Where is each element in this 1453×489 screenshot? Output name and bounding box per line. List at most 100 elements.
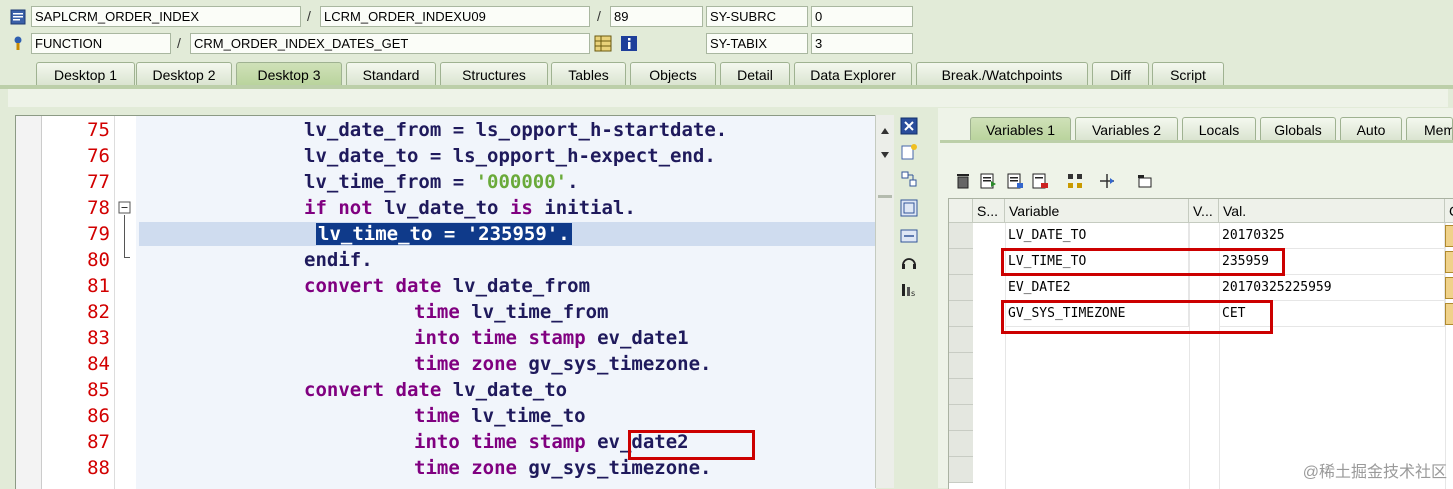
line-number: 78 (87, 197, 110, 219)
settings-icon[interactable]: s (900, 281, 918, 299)
tab-content-bar (8, 89, 1448, 107)
variable-value-cell[interactable]: 20170325225959 (1219, 275, 1445, 301)
tab-script[interactable]: Script (1152, 62, 1224, 86)
column-header-v[interactable]: V... (1189, 199, 1219, 223)
row-selector[interactable] (949, 275, 973, 301)
scroll-down-icon[interactable] (880, 151, 890, 159)
row-selector[interactable] (949, 353, 973, 379)
function-icon (14, 36, 22, 50)
sy-tabix-value: 3 (811, 33, 913, 54)
row-detail-button[interactable] (1445, 303, 1453, 325)
line-number: 81 (87, 275, 110, 297)
tab-auto[interactable]: Auto (1340, 117, 1402, 141)
tab-diff[interactable]: Diff (1092, 62, 1149, 86)
type-field: FUNCTION (31, 33, 171, 54)
import-icon[interactable] (979, 172, 997, 190)
collapse-icon[interactable] (118, 201, 132, 215)
tab-locals[interactable]: Locals (1182, 117, 1256, 141)
row-selector[interactable] (949, 431, 973, 457)
separator: / (597, 8, 601, 24)
separator: / (177, 35, 181, 51)
layout-icon[interactable] (900, 170, 918, 188)
tab-desktop-3[interactable]: Desktop 3 (236, 62, 342, 86)
fit-width-icon[interactable] (900, 227, 918, 245)
tab-desktop-1[interactable]: Desktop 1 (36, 62, 135, 86)
tab-detail[interactable]: Detail (720, 62, 790, 86)
column-header-val[interactable]: Val. (1219, 199, 1445, 223)
open-folder-icon[interactable] (1136, 172, 1154, 190)
code-line: convert date lv_date_from (304, 275, 591, 297)
desktop-tabs: Desktop 1 Desktop 2 Desktop 3 Standard S… (0, 62, 1453, 86)
code-line: convert date lv_date_to (304, 379, 568, 401)
scroll-up-icon[interactable] (880, 127, 890, 135)
line-number: 84 (87, 353, 110, 375)
tab-variables-1[interactable]: Variables 1 (970, 117, 1071, 141)
tab-globals[interactable]: Globals (1260, 117, 1336, 141)
code-line: time lv_time_from (414, 301, 609, 323)
table-display-icon[interactable] (594, 35, 612, 52)
program-field: SAPLCRM_ORDER_INDEX (31, 6, 301, 27)
column-header-variable[interactable]: Variable (1005, 199, 1189, 223)
breakpoint-gutter[interactable] (16, 116, 42, 489)
row-detail-button[interactable] (1445, 277, 1453, 299)
variable-name-cell[interactable]: EV_DATE2 (1005, 275, 1189, 301)
close-icon[interactable] (900, 117, 918, 135)
watermark: @稀土掘金技术社区 (1302, 464, 1447, 481)
line-number: 82 (87, 301, 110, 323)
current-code-line: lv_time_to = '235959'. (316, 223, 572, 245)
row-selector[interactable] (949, 379, 973, 405)
line-number: 88 (87, 457, 110, 479)
source-code-editor[interactable]: 75 76 77 78 79 80 81 82 83 84 85 86 87 8… (15, 115, 876, 489)
separator: / (307, 8, 311, 24)
gv-sys-timezone-highlight-box (1001, 300, 1273, 334)
row-detail-button[interactable] (1445, 225, 1453, 247)
headset-icon[interactable] (900, 254, 918, 272)
code-line: lv_time_from = '000000'. (304, 171, 579, 193)
editor-scrollbar[interactable] (875, 115, 894, 488)
save-variables-icon[interactable] (1031, 172, 1049, 190)
fold-gutter (114, 116, 137, 489)
row-detail-button[interactable] (1445, 251, 1453, 273)
variables-table[interactable]: S... Variable V... Val. C LV_DATE_TO 201… (948, 198, 1453, 489)
line-number: 85 (87, 379, 110, 401)
variable-value-cell[interactable]: 20170325 (1219, 223, 1445, 249)
line-number: 76 (87, 145, 110, 167)
code-line: endif. (304, 249, 373, 271)
code-line: time lv_time_to (414, 405, 586, 427)
tab-objects[interactable]: Objects (630, 62, 716, 86)
line-number: 79 (87, 223, 110, 245)
code-line: time zone gv_sys_timezone. (414, 353, 712, 375)
variable-name-cell[interactable]: LV_DATE_TO (1005, 223, 1189, 249)
info-icon[interactable] (620, 35, 638, 52)
row-selector[interactable] (949, 405, 973, 431)
new-page-icon[interactable] (900, 143, 918, 161)
column-header-c[interactable]: C (1445, 199, 1453, 223)
line-number: 86 (87, 405, 110, 427)
hierarchy-icon[interactable] (1066, 172, 1084, 190)
tab-tables[interactable]: Tables (551, 62, 626, 86)
tab-standard[interactable]: Standard (346, 62, 436, 86)
tab-desktop-2[interactable]: Desktop 2 (136, 62, 232, 86)
tab-memory[interactable]: Mem (1406, 117, 1453, 141)
tab-breakpoints[interactable]: Break./Watchpoints (916, 62, 1088, 86)
transfer-icon[interactable] (1098, 172, 1116, 190)
maximize-icon[interactable] (900, 199, 918, 217)
line-number: 80 (87, 249, 110, 271)
row-selector[interactable] (949, 249, 973, 275)
column-header-s[interactable]: S... (973, 199, 1005, 223)
svg-text:s: s (911, 289, 915, 298)
line-number: 87 (87, 431, 110, 453)
export-icon[interactable] (1006, 172, 1024, 190)
line-number: 77 (87, 171, 110, 193)
row-selector[interactable] (949, 327, 973, 353)
tab-structures[interactable]: Structures (440, 62, 548, 86)
row-selector[interactable] (949, 457, 973, 483)
header-corner[interactable] (949, 199, 973, 223)
row-selector[interactable] (949, 223, 973, 249)
tab-variables-2[interactable]: Variables 2 (1075, 117, 1178, 141)
tab-data-explorer[interactable]: Data Explorer (794, 62, 912, 86)
row-selector[interactable] (949, 301, 973, 327)
delete-icon[interactable] (954, 172, 972, 190)
include-field: LCRM_ORDER_INDEXU09 (320, 6, 590, 27)
code-line: lv_date_from = ls_opport_h-startdate. (304, 119, 728, 141)
